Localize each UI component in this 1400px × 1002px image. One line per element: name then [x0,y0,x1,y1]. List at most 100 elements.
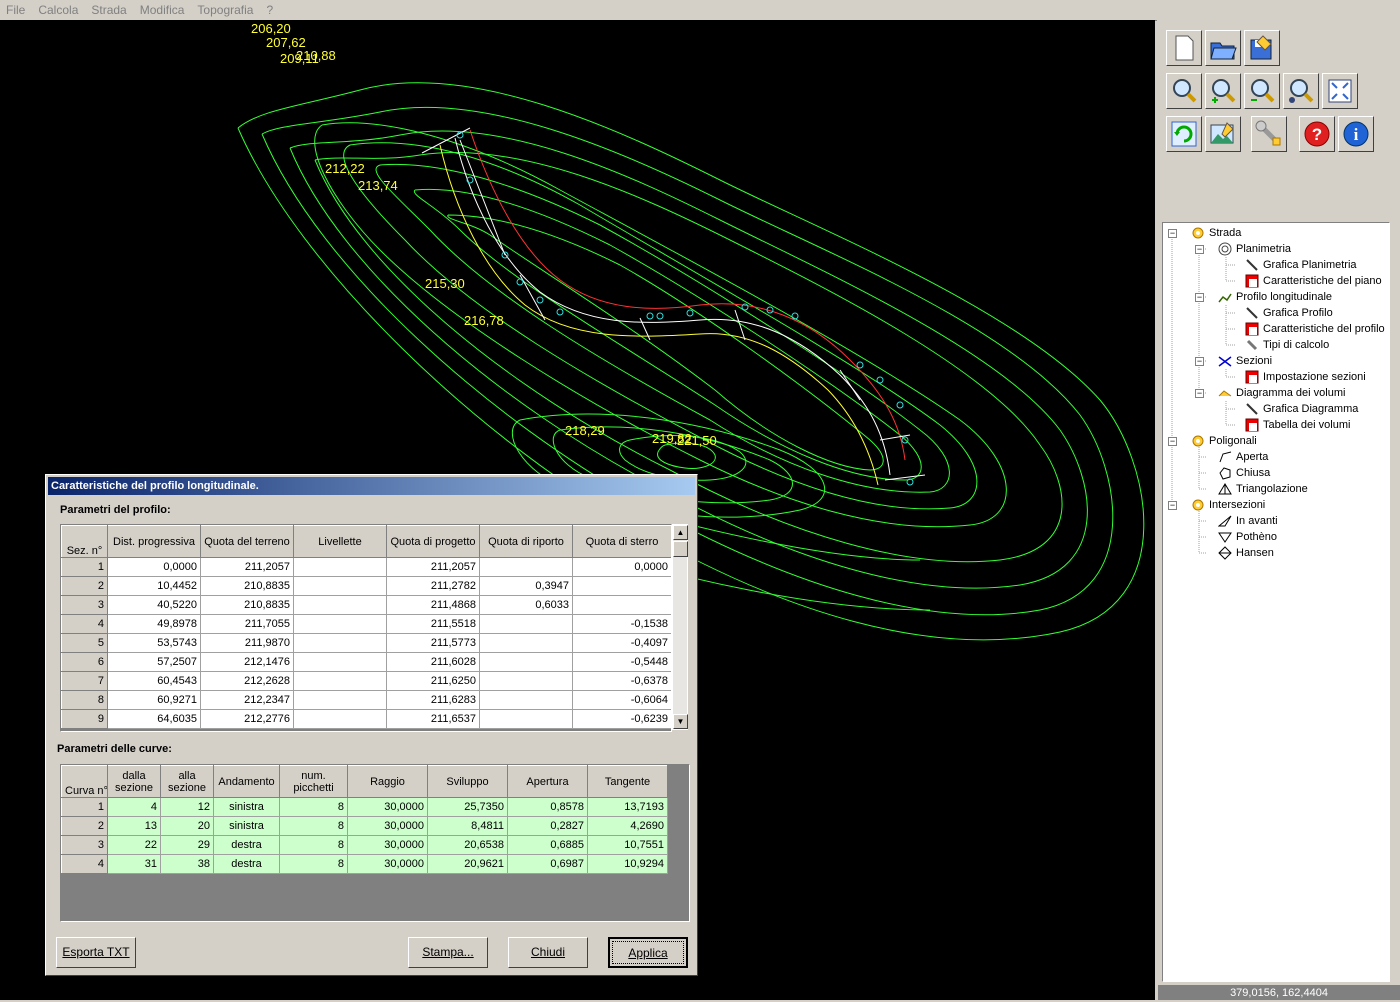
table-cell[interactable]: -0,6239 [572,709,671,729]
table-cell[interactable]: -0,6378 [572,671,671,691]
table-cell[interactable]: 30,0000 [347,854,428,874]
tree-toggle[interactable]: − [1195,357,1204,366]
table-row[interactable]: 4 49,8978 211,7055 211,5518 -0,1538 [61,614,671,634]
profile-scrollbar[interactable]: ▲ ▼ [672,524,688,730]
zoom-realtime-button[interactable] [1283,73,1319,109]
tree-toggle[interactable]: − [1195,389,1204,398]
table-cell[interactable] [572,595,671,615]
table-cell[interactable]: 57,2507 [107,652,201,672]
tree-item-grafica-planimetria[interactable]: Grafica Planimetria [1245,257,1357,273]
table-cell[interactable]: 211,2057 [200,557,294,577]
info-button[interactable]: i [1338,116,1374,152]
table-cell[interactable]: 0,3947 [479,576,573,596]
table-cell[interactable] [293,557,387,577]
table-cell[interactable] [479,652,573,672]
table-row[interactable]: 3 22 29 destra 8 30,0000 20,6538 0,6885 10,7551 [61,835,668,855]
graphic-button[interactable] [1205,116,1241,152]
col-header[interactable]: Raggio [347,765,428,798]
table-cell[interactable]: 40,5220 [107,595,201,615]
table-cell[interactable] [293,709,387,729]
table-cell[interactable]: 8,4811 [427,816,508,836]
table-cell[interactable]: 13,7193 [587,797,668,817]
tree-item-strada[interactable]: Strada [1191,225,1241,241]
table-row[interactable]: 5 53,5743 211,9870 211,5773 -0,4097 [61,633,671,653]
table-cell[interactable]: 212,2628 [200,671,294,691]
table-cell[interactable]: 29 [160,835,214,855]
settings-button[interactable] [1251,116,1287,152]
table-row[interactable]: 7 60,4543 212,2628 211,6250 -0,6378 [61,671,671,691]
tree-toggle[interactable]: − [1195,293,1204,302]
menu-calcola[interactable]: Calcola [32,0,85,17]
tree-item-triangolazione[interactable]: Triangolazione [1218,481,1308,497]
table-cell[interactable]: 4 [107,797,161,817]
table-cell[interactable]: 60,9271 [107,690,201,710]
table-cell[interactable] [479,709,573,729]
tree-item-poligonali[interactable]: Poligonali [1191,433,1257,449]
tree-item-profilo[interactable]: Profilo longitudinale [1218,289,1332,305]
table-cell[interactable]: 20,6538 [427,835,508,855]
table-cell[interactable]: 211,6537 [386,709,480,729]
table-row[interactable]: 4 31 38 destra 8 30,0000 20,9621 0,6987 10,9294 [61,854,668,874]
table-cell[interactable]: 0,0000 [107,557,201,577]
scroll-up-arrow-icon[interactable]: ▲ [673,525,688,540]
table-cell[interactable] [479,614,573,634]
col-header[interactable]: Sez. n° [61,525,108,558]
open-file-button[interactable] [1205,30,1241,66]
col-header[interactable]: Quota del terreno [200,525,294,558]
table-cell[interactable] [293,690,387,710]
table-cell[interactable]: -0,6064 [572,690,671,710]
table-cell[interactable]: 211,5518 [386,614,480,634]
table-cell[interactable]: 10,4452 [107,576,201,596]
table-cell[interactable]: 211,5773 [386,633,480,653]
table-cell[interactable]: 20 [160,816,214,836]
table-cell[interactable]: 0,6987 [507,854,588,874]
tree-item-caratteristiche-profilo[interactable]: Caratteristiche del profilo [1245,321,1385,337]
tree-item-tipi-calcolo[interactable]: Tipi di calcolo [1245,337,1329,353]
table-row[interactable]: 8 60,9271 212,2347 211,6283 -0,6064 [61,690,671,710]
table-cell[interactable]: 211,2057 [386,557,480,577]
table-cell[interactable]: 8 [279,835,348,855]
table-cell[interactable]: 12 [160,797,214,817]
col-header[interactable]: Apertura [507,765,588,798]
table-cell[interactable]: 30,0000 [347,816,428,836]
table-cell[interactable]: 22 [107,835,161,855]
table-cell[interactable]: 49,8978 [107,614,201,634]
tree-item-potheno[interactable]: Pothèno [1218,529,1277,545]
table-cell[interactable] [572,576,671,596]
table-row[interactable]: 2 13 20 sinistra 8 30,0000 8,4811 0,2827 4,2690 [61,816,668,836]
menu-strada[interactable]: Strada [85,0,133,17]
table-cell[interactable] [479,690,573,710]
table-cell[interactable] [293,614,387,634]
save-file-button[interactable] [1244,30,1280,66]
table-cell[interactable]: 8 [279,797,348,817]
zoom-in-button[interactable] [1205,73,1241,109]
col-header[interactable]: Dist. progressiva [107,525,201,558]
export-txt-button[interactable]: Esporta TXT [56,937,136,968]
col-header[interactable]: Curva n° [61,765,108,798]
table-cell[interactable]: 212,1476 [200,652,294,672]
zoom-extents-button[interactable] [1322,73,1358,109]
profile-table[interactable]: Sez. n° Dist. progressiva Quota del terr… [60,524,672,732]
table-cell[interactable]: 20,9621 [427,854,508,874]
table-cell[interactable] [293,576,387,596]
regenerate-button[interactable] [1166,116,1202,152]
tree-item-hansen[interactable]: Hansen [1218,545,1274,561]
help-button[interactable]: ? [1299,116,1335,152]
table-cell[interactable]: 8 [279,816,348,836]
table-cell[interactable]: 211,2782 [386,576,480,596]
print-button[interactable]: Stampa... [408,937,488,968]
table-cell[interactable]: 210,8835 [200,595,294,615]
table-cell[interactable]: sinistra [213,816,280,836]
table-cell[interactable]: 0,6885 [507,835,588,855]
table-cell[interactable]: 211,9870 [200,633,294,653]
table-row[interactable]: 6 57,2507 212,1476 211,6028 -0,5448 [61,652,671,672]
menu-file[interactable]: File [0,0,32,17]
col-header[interactable]: Livellette [293,525,387,558]
close-button[interactable]: Chiudi [508,937,588,968]
tree-item-chiusa[interactable]: Chiusa [1218,465,1270,481]
tree-toggle[interactable]: − [1195,245,1204,254]
tree-item-diagramma-volumi[interactable]: Diagramma dei volumi [1218,385,1345,401]
table-cell[interactable] [293,652,387,672]
table-row[interactable]: 1 4 12 sinistra 8 30,0000 25,7350 0,8578 13,7193 [61,797,668,817]
table-cell[interactable]: 0,8578 [507,797,588,817]
